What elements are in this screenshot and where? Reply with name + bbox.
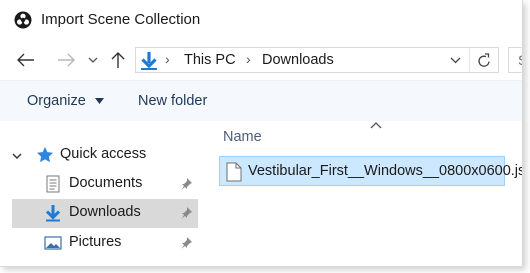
forward-button[interactable] <box>54 50 78 70</box>
pin-icon <box>181 237 192 249</box>
breadcrumb-downloads[interactable]: Downloads <box>262 52 334 68</box>
obs-app-icon <box>14 11 32 29</box>
window-title: Import Scene Collection <box>41 11 201 28</box>
arrow-up-icon <box>111 52 125 68</box>
quick-access-label[interactable]: Quick access <box>60 146 146 162</box>
file-row[interactable]: Vestibular_First__Windows__0800x0600.jso… <box>219 156 522 186</box>
nav-item-label: Pictures <box>69 234 122 250</box>
address-bar[interactable]: › This PC › Downloads <box>135 47 499 73</box>
address-divider <box>469 48 470 72</box>
chevron-down-icon <box>88 57 98 63</box>
organize-button[interactable]: Organize <box>27 93 104 109</box>
nav-item-downloads[interactable]: Downloads <box>12 199 198 228</box>
chevron-down-icon <box>450 57 460 64</box>
command-bar: Organize New folder <box>0 80 522 121</box>
downloads-icon <box>45 205 61 222</box>
back-button[interactable] <box>14 50 38 70</box>
up-button[interactable] <box>108 50 128 70</box>
nav-item-label: Documents <box>69 175 143 191</box>
documents-icon <box>46 175 60 193</box>
refresh-button[interactable] <box>473 50 495 70</box>
pictures-icon <box>44 236 62 250</box>
nav-item-pictures[interactable]: Pictures <box>12 229 198 258</box>
refresh-icon <box>478 52 490 67</box>
arrow-right-icon <box>58 53 75 67</box>
column-header-name[interactable]: Name <box>223 129 262 145</box>
import-dialog: Import Scene Collection › This PC › Down… <box>0 0 523 267</box>
star-icon <box>37 147 53 163</box>
pin-icon <box>181 207 192 219</box>
file-icon <box>226 162 242 182</box>
new-folder-button[interactable]: New folder <box>138 93 207 109</box>
sort-ascending-icon <box>370 122 382 129</box>
file-name: Vestibular_First__Windows__0800x0600.jso… <box>248 163 523 179</box>
pin-icon <box>181 178 192 190</box>
breadcrumb-separator-icon: › <box>246 51 251 67</box>
arrow-left-icon <box>17 53 34 67</box>
downloads-folder-icon <box>141 52 157 70</box>
navigation-row: › This PC › Downloads Se <box>0 40 522 80</box>
recent-locations-button[interactable] <box>86 50 100 70</box>
search-input[interactable]: Se <box>508 47 522 73</box>
chevron-down-icon[interactable] <box>11 150 23 162</box>
caret-down-icon <box>94 98 104 105</box>
search-placeholder: Se <box>518 52 522 68</box>
nav-item-documents[interactable]: Documents <box>12 170 198 199</box>
title-bar: Import Scene Collection <box>0 0 522 40</box>
nav-item-label: Downloads <box>69 204 141 220</box>
breadcrumb-this-pc[interactable]: This PC <box>184 52 236 68</box>
file-list-pane: Name Vestibular_First__Windows__0800x060… <box>208 120 522 266</box>
organize-label: Organize <box>27 93 86 109</box>
address-dropdown-button[interactable] <box>446 50 464 70</box>
breadcrumb-separator-icon: › <box>165 51 170 67</box>
